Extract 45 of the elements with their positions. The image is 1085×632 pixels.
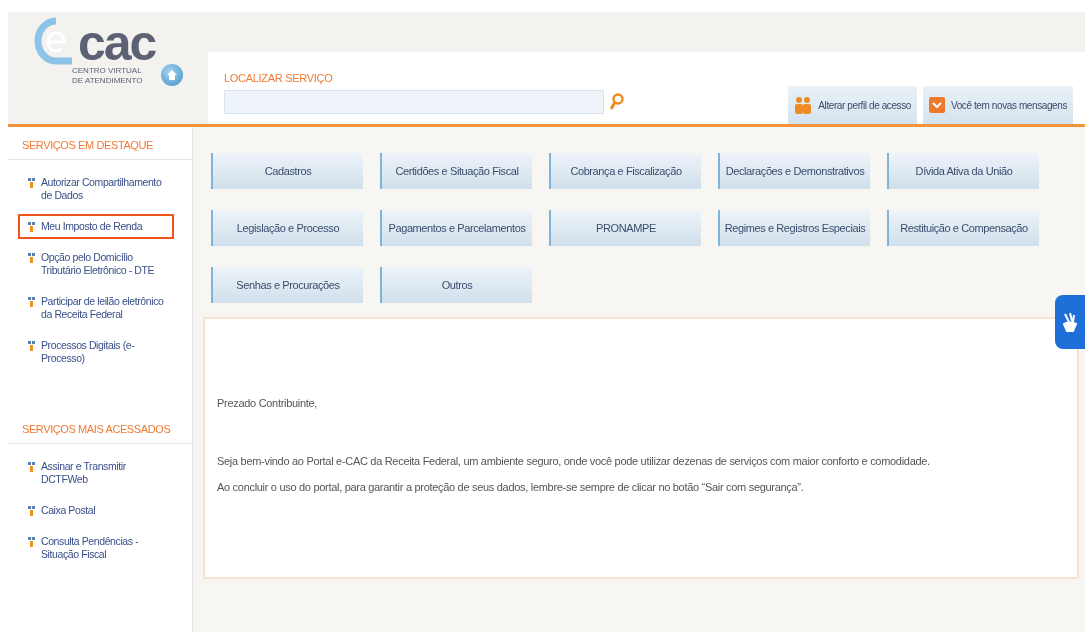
people-icon: [794, 96, 813, 114]
sidebar-link[interactable]: Caixa Postal: [18, 498, 174, 523]
category-button[interactable]: Certidões e Situação Fiscal: [380, 153, 532, 189]
hand-icon: [1061, 312, 1079, 332]
category-button[interactable]: Dívida Ativa da União: [887, 153, 1039, 189]
logo-subtitle: CENTRO VIRTUAL DE ATENDIMENTO: [72, 66, 144, 86]
category-button[interactable]: Pagamentos e Parcelamentos: [380, 210, 532, 246]
search-icon[interactable]: [610, 93, 624, 111]
house-icon: [166, 69, 179, 81]
section-title: SERVIÇOS EM DESTAQUE: [8, 133, 192, 160]
sidebar-link[interactable]: Opção pelo Domicílio Tributário Eletrônico - DTE: [18, 245, 174, 283]
bullet-icon: [28, 341, 35, 351]
sidebar-link[interactable]: Autorizar Compartilhamento de Dados: [18, 170, 174, 208]
bullet-icon: [28, 297, 35, 307]
bullet-icon: [28, 178, 35, 188]
category-button[interactable]: Cadastros: [211, 153, 363, 189]
greeting-text: Prezado Contribuinte,: [217, 397, 319, 409]
logo-text: cac: [78, 20, 156, 66]
sidebar-link[interactable]: Consulta Pendências - Situação Fiscal: [18, 529, 174, 567]
search-label: LOCALIZAR SERVIÇO: [224, 72, 334, 84]
home-button[interactable]: [161, 64, 184, 86]
sidebar-link[interactable]: Assinar e Transmitir DCTFWeb: [18, 454, 174, 492]
category-button[interactable]: Legislação e Processo: [211, 210, 363, 246]
category-button[interactable]: Regimes e Registros Especiais: [718, 210, 870, 246]
sidebar-link[interactable]: Meu Imposto de Renda: [18, 214, 174, 239]
message-text: Ao concluir o uso do portal, para garantir a proteção de seus dados, lembre-se sempre de clicar no botão “Sair com segurança”.: [217, 481, 805, 493]
section-title: SERVIÇOS MAIS ACESSADOS: [8, 417, 192, 444]
category-button[interactable]: Senhas e Procurações: [211, 267, 363, 303]
message-text: Seja bem-vindo ao Portal e-CAC da Receita Federal, um ambiente seguro, onde você pode utilizar dezenas de serviços com maior conforto e comodidade.: [217, 455, 931, 467]
bullet-icon: [28, 222, 35, 232]
accessibility-button[interactable]: [1055, 295, 1085, 349]
search-field[interactable]: [224, 90, 604, 114]
category-button[interactable]: Cobrança e Fiscalização: [549, 153, 701, 189]
category-button[interactable]: Declarações e Demonstrativos: [718, 153, 870, 189]
bullet-icon: [28, 253, 35, 263]
bullet-icon: [28, 462, 35, 472]
messages-button[interactable]: Você tem novas mensagens: [922, 86, 1073, 124]
bullet-icon: [28, 537, 35, 547]
category-button[interactable]: Restituição e Compensação: [887, 210, 1039, 246]
category-button[interactable]: PRONAMPE: [549, 210, 701, 246]
sidebar-link[interactable]: Participar de leilão eletrônico da Receita Federal: [18, 289, 174, 327]
profile-button[interactable]: Alterar perfil de acesso: [788, 86, 917, 124]
sidebar-link[interactable]: Processos Digitais (e-Processo): [18, 333, 174, 371]
category-button[interactable]: Outros: [380, 267, 532, 303]
bullet-icon: [28, 506, 35, 516]
